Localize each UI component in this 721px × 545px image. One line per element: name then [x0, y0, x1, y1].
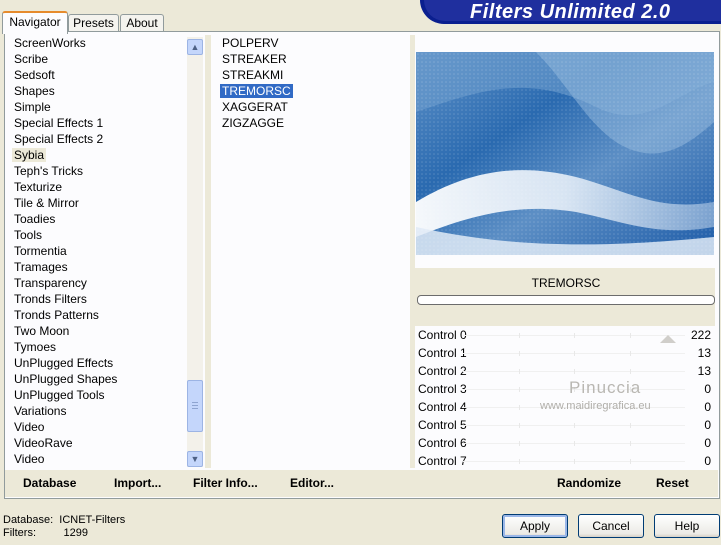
category-scrollbar[interactable]: ▲ ▼	[187, 37, 203, 467]
filter-list[interactable]: POLPERV STREAKER STREAKMI TREMORSC XAGGE…	[211, 35, 411, 467]
slider-track[interactable]	[463, 369, 685, 374]
slider-tick	[518, 351, 520, 356]
category-item[interactable]: Scribe	[5, 51, 187, 67]
tab-navigator[interactable]: Navigator	[2, 11, 68, 34]
slider-tick	[518, 441, 520, 446]
preview-margin	[415, 35, 715, 52]
slider-track[interactable]	[463, 459, 685, 464]
database-button[interactable]: Database	[23, 476, 76, 490]
category-item[interactable]: Sedsoft	[5, 67, 187, 83]
category-item-selected[interactable]: Sybia	[5, 147, 187, 163]
tab-presets[interactable]: Presets	[68, 14, 119, 32]
slider-tick	[629, 351, 631, 356]
filter-item[interactable]: ZIGZAGGE	[211, 115, 411, 131]
filter-item-selected[interactable]: TREMORSC	[211, 83, 411, 99]
category-item[interactable]: UnPlugged Effects	[5, 355, 187, 371]
slider-tick	[629, 369, 631, 374]
scroll-up-icon[interactable]: ▲	[187, 39, 203, 55]
cancel-button[interactable]: Cancel	[578, 514, 644, 538]
watermark-url: www.maidiregrafica.eu	[540, 400, 651, 412]
category-item[interactable]: UnPlugged Tools	[5, 387, 187, 403]
category-item[interactable]: UnPlugged Shapes	[5, 371, 187, 387]
category-item[interactable]: Video	[5, 419, 187, 435]
category-item[interactable]: Tools	[5, 227, 187, 243]
slider-tick	[518, 405, 520, 410]
randomize-button[interactable]: Randomize	[557, 476, 621, 490]
category-item[interactable]: Tronds Patterns	[5, 307, 187, 323]
slider-tick	[574, 333, 575, 338]
category-item[interactable]: Toadies	[5, 211, 187, 227]
slider-tick	[629, 423, 631, 428]
scroll-down-icon[interactable]: ▼	[187, 451, 203, 467]
category-item[interactable]: Video	[5, 451, 187, 467]
filter-item[interactable]: STREAKMI	[211, 67, 411, 83]
status-filters: Filters: 1299	[3, 527, 88, 539]
controls-panel: Control 0 222 Control 1 13 Control 2 13 Con…	[415, 326, 715, 470]
category-item[interactable]: Special Effects 2	[5, 131, 187, 147]
tab-about[interactable]: About	[120, 14, 164, 32]
filter-info-button[interactable]: Filter Info...	[193, 476, 258, 490]
category-item[interactable]: Two Moon	[5, 323, 187, 339]
slider-track[interactable]	[463, 441, 685, 446]
slider-tick	[574, 423, 575, 428]
category-item[interactable]: Simple	[5, 99, 187, 115]
slider-track[interactable]	[463, 351, 685, 356]
slider-tick	[518, 369, 520, 374]
control-row[interactable]: Control 70	[415, 452, 715, 470]
category-item[interactable]: Special Effects 1	[5, 115, 187, 131]
preview-filter-name: TREMORSC	[531, 276, 601, 290]
status-database: Database: ICNET-Filters	[3, 514, 126, 526]
control-row[interactable]: Control 50	[415, 416, 715, 434]
progress-bar	[417, 295, 715, 305]
control-row[interactable]: Control 60	[415, 434, 715, 452]
editor-button[interactable]: Editor...	[290, 476, 334, 490]
slider-tick	[518, 387, 520, 392]
slider-tick	[574, 441, 575, 446]
filter-item[interactable]: POLPERV	[211, 35, 411, 51]
category-item[interactable]: Tronds Filters	[5, 291, 187, 307]
slider-tick	[518, 459, 520, 464]
apply-button[interactable]: Apply	[502, 514, 568, 538]
slider-tick	[518, 333, 520, 338]
app-title: Filters Unlimited 2.0	[470, 1, 671, 23]
slider-tick	[574, 459, 575, 464]
category-item[interactable]: Tymoes	[5, 339, 187, 355]
help-button[interactable]: Help	[654, 514, 720, 538]
category-item[interactable]: Tile & Mirror	[5, 195, 187, 211]
slider-track[interactable]	[463, 333, 685, 338]
category-list[interactable]: ScreenWorks Scribe Sedsoft Shapes Simple…	[5, 35, 187, 467]
category-item[interactable]: Variations	[5, 403, 187, 419]
slider-tick	[629, 333, 631, 338]
scroll-thumb[interactable]	[187, 380, 203, 432]
slider-tick	[574, 369, 575, 374]
category-item[interactable]: VideoRave	[5, 435, 187, 451]
filter-item[interactable]: STREAKER	[211, 51, 411, 67]
slider-tick	[518, 423, 520, 428]
control-row[interactable]: Control 2 13	[415, 362, 715, 380]
slider-track[interactable]	[463, 423, 685, 428]
watermark-name: Pinuccia	[569, 378, 642, 397]
slider-tick	[629, 441, 631, 446]
category-item[interactable]: Shapes	[5, 83, 187, 99]
category-item[interactable]: Texturize	[5, 179, 187, 195]
reset-button[interactable]: Reset	[656, 476, 689, 490]
import-button[interactable]: Import...	[114, 476, 161, 490]
slider-tick	[629, 459, 631, 464]
slider-tick	[574, 351, 575, 356]
control-row[interactable]: Control 1 13	[415, 344, 715, 362]
filter-item[interactable]: XAGGERAT	[211, 99, 411, 115]
category-item[interactable]: Tramages	[5, 259, 187, 275]
category-item[interactable]: Tormentia	[5, 243, 187, 259]
slider-thumb-icon[interactable]	[660, 335, 676, 343]
control-row[interactable]: Control 30	[415, 380, 715, 398]
category-item[interactable]: Teph's Tricks	[5, 163, 187, 179]
preview-image	[416, 52, 714, 255]
category-item[interactable]: Transparency	[5, 275, 187, 291]
category-item[interactable]: ScreenWorks	[5, 35, 187, 51]
